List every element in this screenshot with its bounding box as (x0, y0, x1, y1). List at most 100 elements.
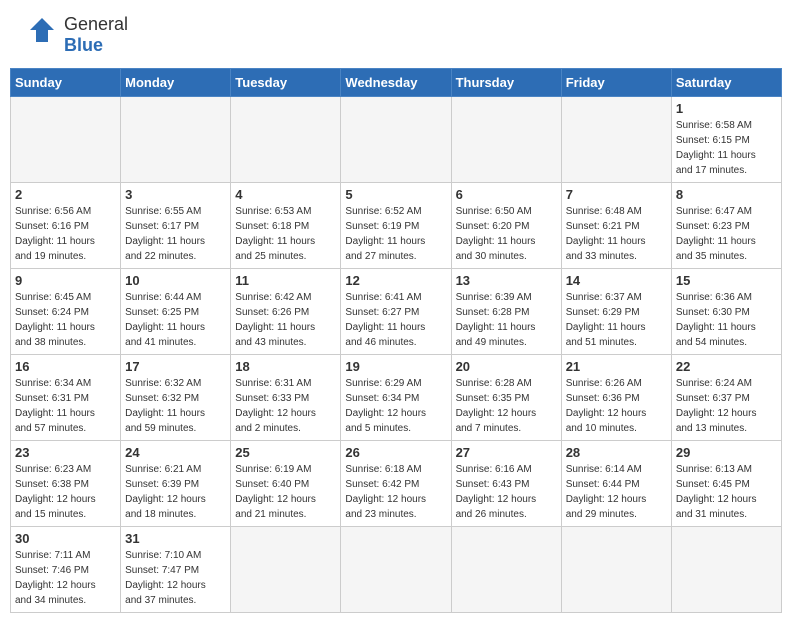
calendar-day-cell: 12 Sunrise: 6:41 AM Sunset: 6:27 PM Dayli… (341, 269, 451, 355)
calendar-day-cell (231, 527, 341, 613)
day-number: 24 (125, 445, 226, 460)
day-info: Sunrise: 6:21 AM Sunset: 6:39 PM Dayligh… (125, 462, 226, 522)
day-number: 20 (456, 359, 557, 374)
calendar-day-cell: 15 Sunrise: 6:36 AM Sunset: 6:30 PM Dayli… (671, 269, 781, 355)
day-number: 22 (676, 359, 777, 374)
calendar: SundayMondayTuesdayWednesdayThursdayFrid… (10, 68, 782, 613)
day-number: 25 (235, 445, 336, 460)
day-number: 2 (15, 187, 116, 202)
day-number: 3 (125, 187, 226, 202)
calendar-day-cell: 11 Sunrise: 6:42 AM Sunset: 6:26 PM Dayli… (231, 269, 341, 355)
calendar-day-cell (451, 527, 561, 613)
day-number: 1 (676, 101, 777, 116)
day-info: Sunrise: 6:45 AM Sunset: 6:24 PM Dayligh… (15, 290, 116, 350)
day-info: Sunrise: 6:13 AM Sunset: 6:45 PM Dayligh… (676, 462, 777, 522)
day-number: 23 (15, 445, 116, 460)
calendar-day-cell: 7 Sunrise: 6:48 AM Sunset: 6:21 PM Daylig… (561, 183, 671, 269)
day-info: Sunrise: 6:26 AM Sunset: 6:36 PM Dayligh… (566, 376, 667, 436)
day-info: Sunrise: 6:18 AM Sunset: 6:42 PM Dayligh… (345, 462, 446, 522)
day-info: Sunrise: 6:19 AM Sunset: 6:40 PM Dayligh… (235, 462, 336, 522)
calendar-week-row: 16 Sunrise: 6:34 AM Sunset: 6:31 PM Dayli… (11, 355, 782, 441)
day-number: 12 (345, 273, 446, 288)
day-info: Sunrise: 6:32 AM Sunset: 6:32 PM Dayligh… (125, 376, 226, 436)
day-info: Sunrise: 6:55 AM Sunset: 6:17 PM Dayligh… (125, 204, 226, 264)
day-info: Sunrise: 6:42 AM Sunset: 6:26 PM Dayligh… (235, 290, 336, 350)
weekday-header-tuesday: Tuesday (231, 69, 341, 97)
day-info: Sunrise: 6:31 AM Sunset: 6:33 PM Dayligh… (235, 376, 336, 436)
weekday-header-row: SundayMondayTuesdayWednesdayThursdayFrid… (11, 69, 782, 97)
calendar-day-cell: 5Sunrise: 6:52 AM Sunset: 6:19 PM Daylig… (341, 183, 451, 269)
calendar-day-cell (231, 97, 341, 183)
day-info: Sunrise: 6:47 AM Sunset: 6:23 PM Dayligh… (676, 204, 777, 264)
day-info: Sunrise: 6:58 AM Sunset: 6:15 PM Dayligh… (676, 118, 777, 178)
day-info: Sunrise: 6:53 AM Sunset: 6:18 PM Dayligh… (235, 204, 336, 264)
day-info: Sunrise: 6:29 AM Sunset: 6:34 PM Dayligh… (345, 376, 446, 436)
calendar-day-cell: 17 Sunrise: 6:32 AM Sunset: 6:32 PM Dayli… (121, 355, 231, 441)
calendar-day-cell (671, 527, 781, 613)
day-info: Sunrise: 6:48 AM Sunset: 6:21 PM Dayligh… (566, 204, 667, 264)
day-info: Sunrise: 6:28 AM Sunset: 6:35 PM Dayligh… (456, 376, 557, 436)
calendar-day-cell (121, 97, 231, 183)
calendar-day-cell: 23 Sunrise: 6:23 AM Sunset: 6:38 PM Dayli… (11, 441, 121, 527)
calendar-day-cell: 13 Sunrise: 6:39 AM Sunset: 6:28 PM Dayli… (451, 269, 561, 355)
calendar-day-cell: 4 Sunrise: 6:53 AM Sunset: 6:18 PM Daylig… (231, 183, 341, 269)
day-info: Sunrise: 6:39 AM Sunset: 6:28 PM Dayligh… (456, 290, 557, 350)
calendar-week-row: 1 Sunrise: 6:58 AM Sunset: 6:15 PM Daylig… (11, 97, 782, 183)
calendar-week-row: 2 Sunrise: 6:56 AM Sunset: 6:16 PM Daylig… (11, 183, 782, 269)
day-number: 13 (456, 273, 557, 288)
day-number: 7 (566, 187, 667, 202)
calendar-day-cell (561, 97, 671, 183)
day-number: 16 (15, 359, 116, 374)
day-info: Sunrise: 6:50 AM Sunset: 6:20 PM Dayligh… (456, 204, 557, 264)
day-info: Sunrise: 6:44 AM Sunset: 6:25 PM Dayligh… (125, 290, 226, 350)
weekday-header-saturday: Saturday (671, 69, 781, 97)
day-info: Sunrise: 6:34 AM Sunset: 6:31 PM Dayligh… (15, 376, 116, 436)
calendar-day-cell: 30 Sunrise: 7:11 AM Sunset: 7:46 PM Dayli… (11, 527, 121, 613)
calendar-day-cell (341, 527, 451, 613)
day-number: 28 (566, 445, 667, 460)
day-number: 10 (125, 273, 226, 288)
day-number: 19 (345, 359, 446, 374)
header: General Blue (10, 10, 782, 60)
weekday-header-friday: Friday (561, 69, 671, 97)
day-number: 4 (235, 187, 336, 202)
calendar-day-cell (341, 97, 451, 183)
calendar-day-cell: 2 Sunrise: 6:56 AM Sunset: 6:16 PM Daylig… (11, 183, 121, 269)
day-info: Sunrise: 6:37 AM Sunset: 6:29 PM Dayligh… (566, 290, 667, 350)
weekday-header-thursday: Thursday (451, 69, 561, 97)
calendar-day-cell: 18 Sunrise: 6:31 AM Sunset: 6:33 PM Dayli… (231, 355, 341, 441)
weekday-header-sunday: Sunday (11, 69, 121, 97)
day-number: 11 (235, 273, 336, 288)
day-info: Sunrise: 6:14 AM Sunset: 6:44 PM Dayligh… (566, 462, 667, 522)
calendar-day-cell (451, 97, 561, 183)
calendar-day-cell: 1 Sunrise: 6:58 AM Sunset: 6:15 PM Daylig… (671, 97, 781, 183)
logo-blue: Blue (64, 35, 128, 56)
calendar-day-cell: 10 Sunrise: 6:44 AM Sunset: 6:25 PM Dayli… (121, 269, 231, 355)
calendar-day-cell: 14 Sunrise: 6:37 AM Sunset: 6:29 PM Dayli… (561, 269, 671, 355)
day-info: Sunrise: 7:10 AM Sunset: 7:47 PM Dayligh… (125, 548, 226, 608)
weekday-header-monday: Monday (121, 69, 231, 97)
calendar-day-cell: 31 Sunrise: 7:10 AM Sunset: 7:47 PM Dayli… (121, 527, 231, 613)
calendar-week-row: 23 Sunrise: 6:23 AM Sunset: 6:38 PM Dayli… (11, 441, 782, 527)
day-number: 26 (345, 445, 446, 460)
day-info: Sunrise: 7:11 AM Sunset: 7:46 PM Dayligh… (15, 548, 116, 608)
day-number: 9 (15, 273, 116, 288)
day-number: 17 (125, 359, 226, 374)
calendar-day-cell: 29Sunrise: 6:13 AM Sunset: 6:45 PM Dayli… (671, 441, 781, 527)
day-number: 31 (125, 531, 226, 546)
day-info: Sunrise: 6:23 AM Sunset: 6:38 PM Dayligh… (15, 462, 116, 522)
day-number: 15 (676, 273, 777, 288)
day-number: 18 (235, 359, 336, 374)
day-info: Sunrise: 6:16 AM Sunset: 6:43 PM Dayligh… (456, 462, 557, 522)
day-info: Sunrise: 6:41 AM Sunset: 6:27 PM Dayligh… (345, 290, 446, 350)
calendar-day-cell: 26 Sunrise: 6:18 AM Sunset: 6:42 PM Dayli… (341, 441, 451, 527)
day-info: Sunrise: 6:56 AM Sunset: 6:16 PM Dayligh… (15, 204, 116, 264)
calendar-week-row: 9 Sunrise: 6:45 AM Sunset: 6:24 PM Daylig… (11, 269, 782, 355)
day-info: Sunrise: 6:24 AM Sunset: 6:37 PM Dayligh… (676, 376, 777, 436)
day-info: Sunrise: 6:36 AM Sunset: 6:30 PM Dayligh… (676, 290, 777, 350)
day-number: 27 (456, 445, 557, 460)
calendar-day-cell: 22 Sunrise: 6:24 AM Sunset: 6:37 PM Dayli… (671, 355, 781, 441)
day-number: 14 (566, 273, 667, 288)
calendar-day-cell: 28 Sunrise: 6:14 AM Sunset: 6:44 PM Dayli… (561, 441, 671, 527)
day-number: 30 (15, 531, 116, 546)
